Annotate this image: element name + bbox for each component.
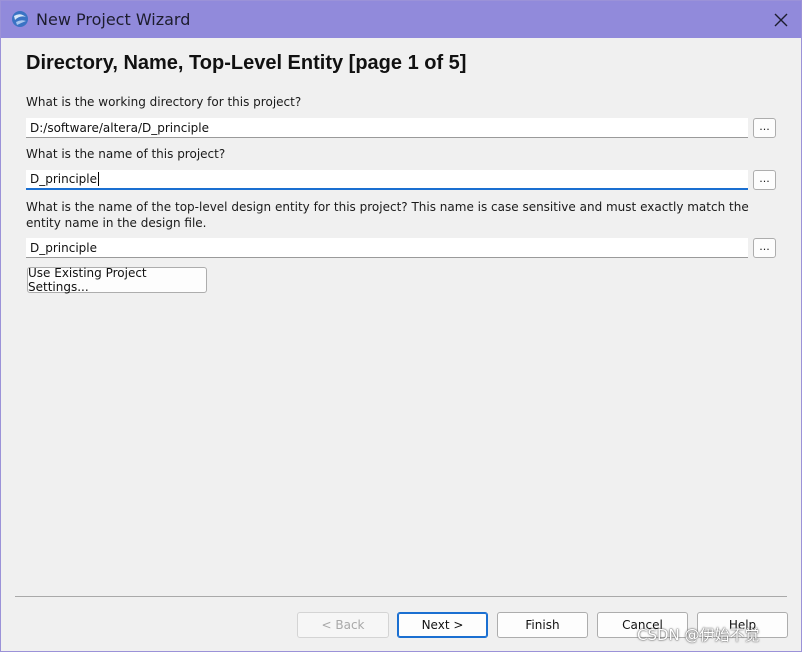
project-name-label: What is the name of this project? xyxy=(26,147,225,161)
directory-value: D:/software/altera/D_principle xyxy=(30,120,210,135)
project-name-input[interactable]: D_principle xyxy=(26,170,748,190)
csdn-watermark: CSDN @伊始不觉 xyxy=(637,626,760,644)
directory-label: What is the working directory for this p… xyxy=(26,95,301,109)
top-entity-input[interactable]: D_principle xyxy=(26,238,748,258)
back-button[interactable]: < Back xyxy=(297,612,389,638)
use-existing-settings-button[interactable]: Use Existing Project Settings... xyxy=(27,266,207,294)
quartus-app-icon xyxy=(12,11,28,27)
text-caret xyxy=(98,172,99,186)
finish-button[interactable]: Finish xyxy=(497,612,588,638)
page-heading: Directory, Name, Top-Level Entity [page … xyxy=(26,52,467,74)
footer-divider xyxy=(15,596,787,597)
directory-browse-button[interactable]: ... xyxy=(753,118,776,138)
directory-label-text: What is the working directory for this p… xyxy=(26,95,302,109)
top-entity-browse-button[interactable]: ... xyxy=(753,238,776,258)
title-bar[interactable]: New Project Wizard xyxy=(1,1,801,38)
close-icon xyxy=(774,13,788,27)
project-name-browse-button[interactable]: ... xyxy=(753,170,776,190)
top-entity-value: D_principle xyxy=(30,240,97,255)
new-project-wizard-window: New Project Wizard Directory, Name, Top-… xyxy=(0,0,802,652)
top-entity-label: What is the name of the top-level design… xyxy=(26,200,749,230)
close-button[interactable] xyxy=(763,4,799,36)
project-name-label-text: What is the name of this project? xyxy=(26,147,226,161)
next-button[interactable]: Next > xyxy=(397,612,488,638)
directory-input[interactable]: D:/software/altera/D_principle xyxy=(26,118,748,138)
project-name-value: D_principle xyxy=(30,172,97,186)
window-title: New Project Wizard xyxy=(36,10,191,29)
